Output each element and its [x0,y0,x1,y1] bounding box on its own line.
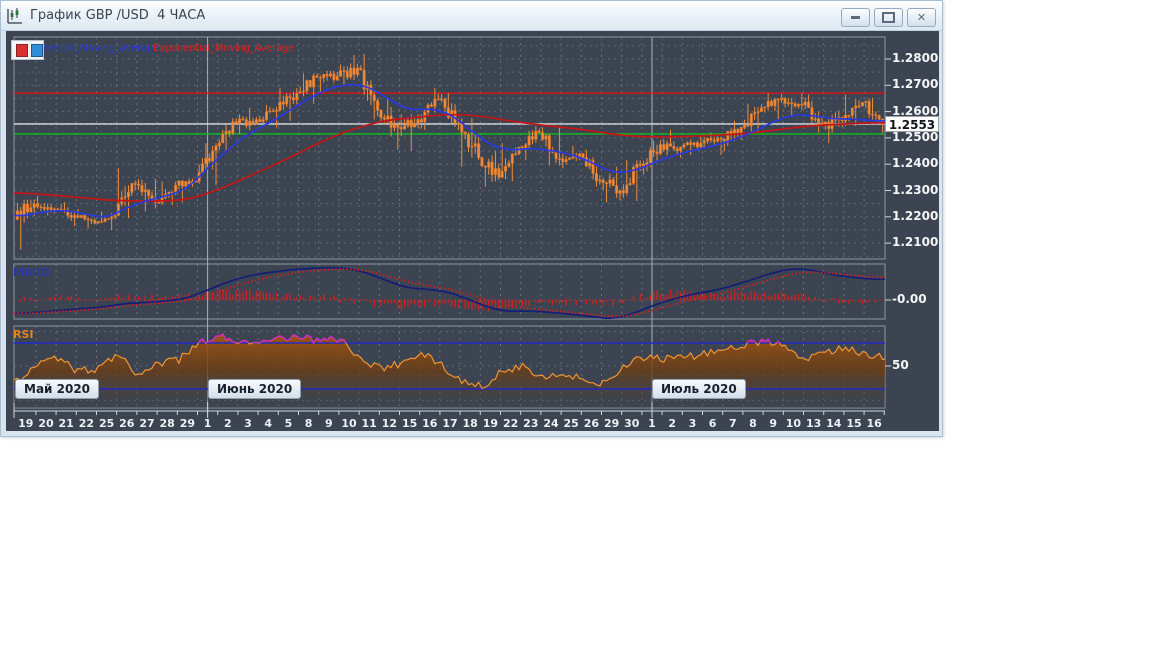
svg-text:7: 7 [729,417,737,430]
svg-text:11: 11 [362,417,377,430]
svg-text:15: 15 [846,417,861,430]
svg-text:22: 22 [503,417,518,430]
svg-text:10: 10 [341,417,357,430]
maximize-icon [882,12,895,23]
chart-client-area: 19 20 21 22 25 26 27 28 29 1 2 3 4 5 8 9 10 11 12 15 16 17 18 1… [6,31,939,431]
price-tick-label: 1.2100 [892,235,939,249]
svg-text:14: 14 [826,417,842,430]
svg-text:1: 1 [648,417,656,430]
rsi-axis-label: 50 [892,358,909,372]
svg-text:16: 16 [422,417,438,430]
svg-text:13: 13 [806,417,821,430]
svg-text:18: 18 [463,417,478,430]
price-tick-label: 1.2700 [892,77,939,91]
minimize-button[interactable] [841,8,870,27]
price-tick-label: 1.2300 [892,183,939,197]
svg-text:2: 2 [224,417,232,430]
window-title: График GBP /USD 4 ЧАСА [30,8,206,23]
svg-text:1: 1 [204,417,212,430]
svg-text:24: 24 [543,417,559,430]
svg-text:27: 27 [139,417,154,430]
svg-text:28: 28 [160,417,175,430]
minimize-icon [851,16,860,19]
svg-text:19: 19 [18,417,33,430]
current-price-box: 1.2553 [885,116,939,132]
rsi-panel-label: RSI [13,328,34,341]
svg-text:22: 22 [79,417,94,430]
month-label-june: Июнь 2020 [208,379,302,399]
price-tick-label: 1.2400 [892,156,939,170]
svg-text:29: 29 [180,417,195,430]
svg-text:26: 26 [119,417,135,430]
svg-text:9: 9 [769,417,777,430]
blue-indicator-button[interactable] [31,43,43,57]
svg-text:26: 26 [584,417,600,430]
svg-text:29: 29 [604,417,619,430]
svg-text:8: 8 [749,417,757,430]
svg-text:23: 23 [523,417,538,430]
svg-text:5: 5 [285,417,293,430]
maximize-button[interactable] [874,8,903,27]
macd-axis-label: -0.00 [892,292,927,306]
svg-text:25: 25 [564,417,579,430]
svg-text:10: 10 [786,417,802,430]
svg-text:30: 30 [624,417,640,430]
close-icon: ✕ [916,11,927,24]
month-label-july: Июль 2020 [652,379,746,399]
svg-text:12: 12 [382,417,397,430]
candlestick-chart-icon [7,7,22,24]
price-tick-label: 1.2200 [892,209,939,223]
legend-ema-red: Exponential_Moving_Average [153,43,295,54]
svg-text:6: 6 [709,417,717,430]
svg-text:17: 17 [442,417,457,430]
svg-text:16: 16 [867,417,883,430]
chart-window: График GBP /USD 4 ЧАСА ✕ 19 20 21 22 25 26 27 2… [0,0,943,437]
svg-text:9: 9 [325,417,333,430]
red-indicator-button[interactable] [16,43,28,57]
svg-text:3: 3 [689,417,697,430]
svg-text:20: 20 [38,417,54,430]
svg-text:21: 21 [59,417,74,430]
svg-text:3: 3 [244,417,252,430]
svg-text:8: 8 [305,417,313,430]
svg-text:19: 19 [483,417,498,430]
svg-text:15: 15 [402,417,417,430]
chart-canvas[interactable]: 19 20 21 22 25 26 27 28 29 1 2 3 4 5 8 9 10 11 12 15 16 17 18 1… [6,31,939,431]
macd-panel-label: MACD [13,266,50,279]
svg-text:25: 25 [99,417,114,430]
indicator-buttons-panel [11,40,44,60]
title-bar[interactable]: График GBP /USD 4 ЧАСА ✕ [1,1,942,31]
month-label-may: Май 2020 [15,379,100,399]
price-tick-label: 1.2800 [892,51,939,65]
svg-text:2: 2 [668,417,676,430]
svg-text:4: 4 [264,417,272,430]
close-button[interactable]: ✕ [907,8,936,27]
